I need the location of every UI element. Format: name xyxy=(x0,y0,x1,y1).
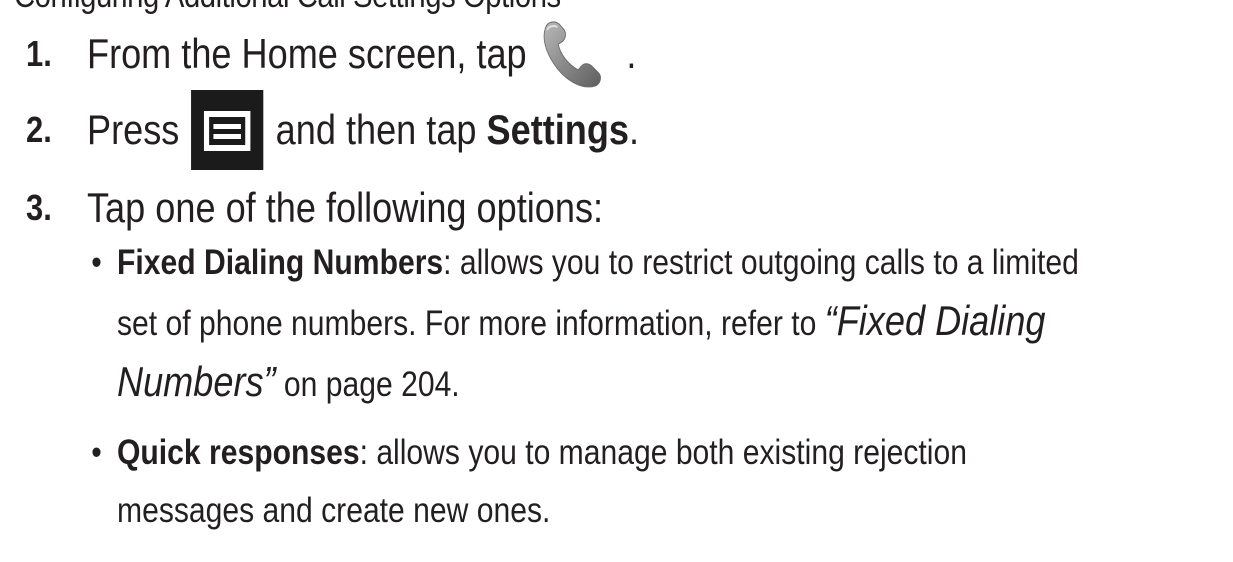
step-text: Tap one of the following options: xyxy=(87,184,604,231)
option-label: Fixed Dialing Numbers xyxy=(117,243,444,282)
step-text: Press and then tap Settings. xyxy=(87,90,639,170)
bullet: • xyxy=(91,243,102,282)
step-text: From the Home screen, tap . xyxy=(87,18,636,90)
option-label: Quick responses xyxy=(117,433,360,472)
previous-text-line: Configuring Additional Call Settings Opt… xyxy=(14,0,561,16)
phone-icon xyxy=(539,18,625,90)
step-number: 3. xyxy=(26,187,52,228)
menu-key-icon xyxy=(191,90,264,170)
step-number: 1. xyxy=(26,33,52,74)
step-number: 2. xyxy=(26,109,52,150)
option-fixed-dialing: • Fixed Dialing Numbers: allows you to r… xyxy=(91,234,1201,414)
bullet: • xyxy=(91,433,102,472)
cross-reference-link[interactable]: “Fixed Dialing xyxy=(825,297,1046,344)
option-quick-responses: • Quick responses: allows you to manage … xyxy=(91,424,1201,540)
cross-reference-link[interactable]: Numbers” xyxy=(117,358,276,405)
